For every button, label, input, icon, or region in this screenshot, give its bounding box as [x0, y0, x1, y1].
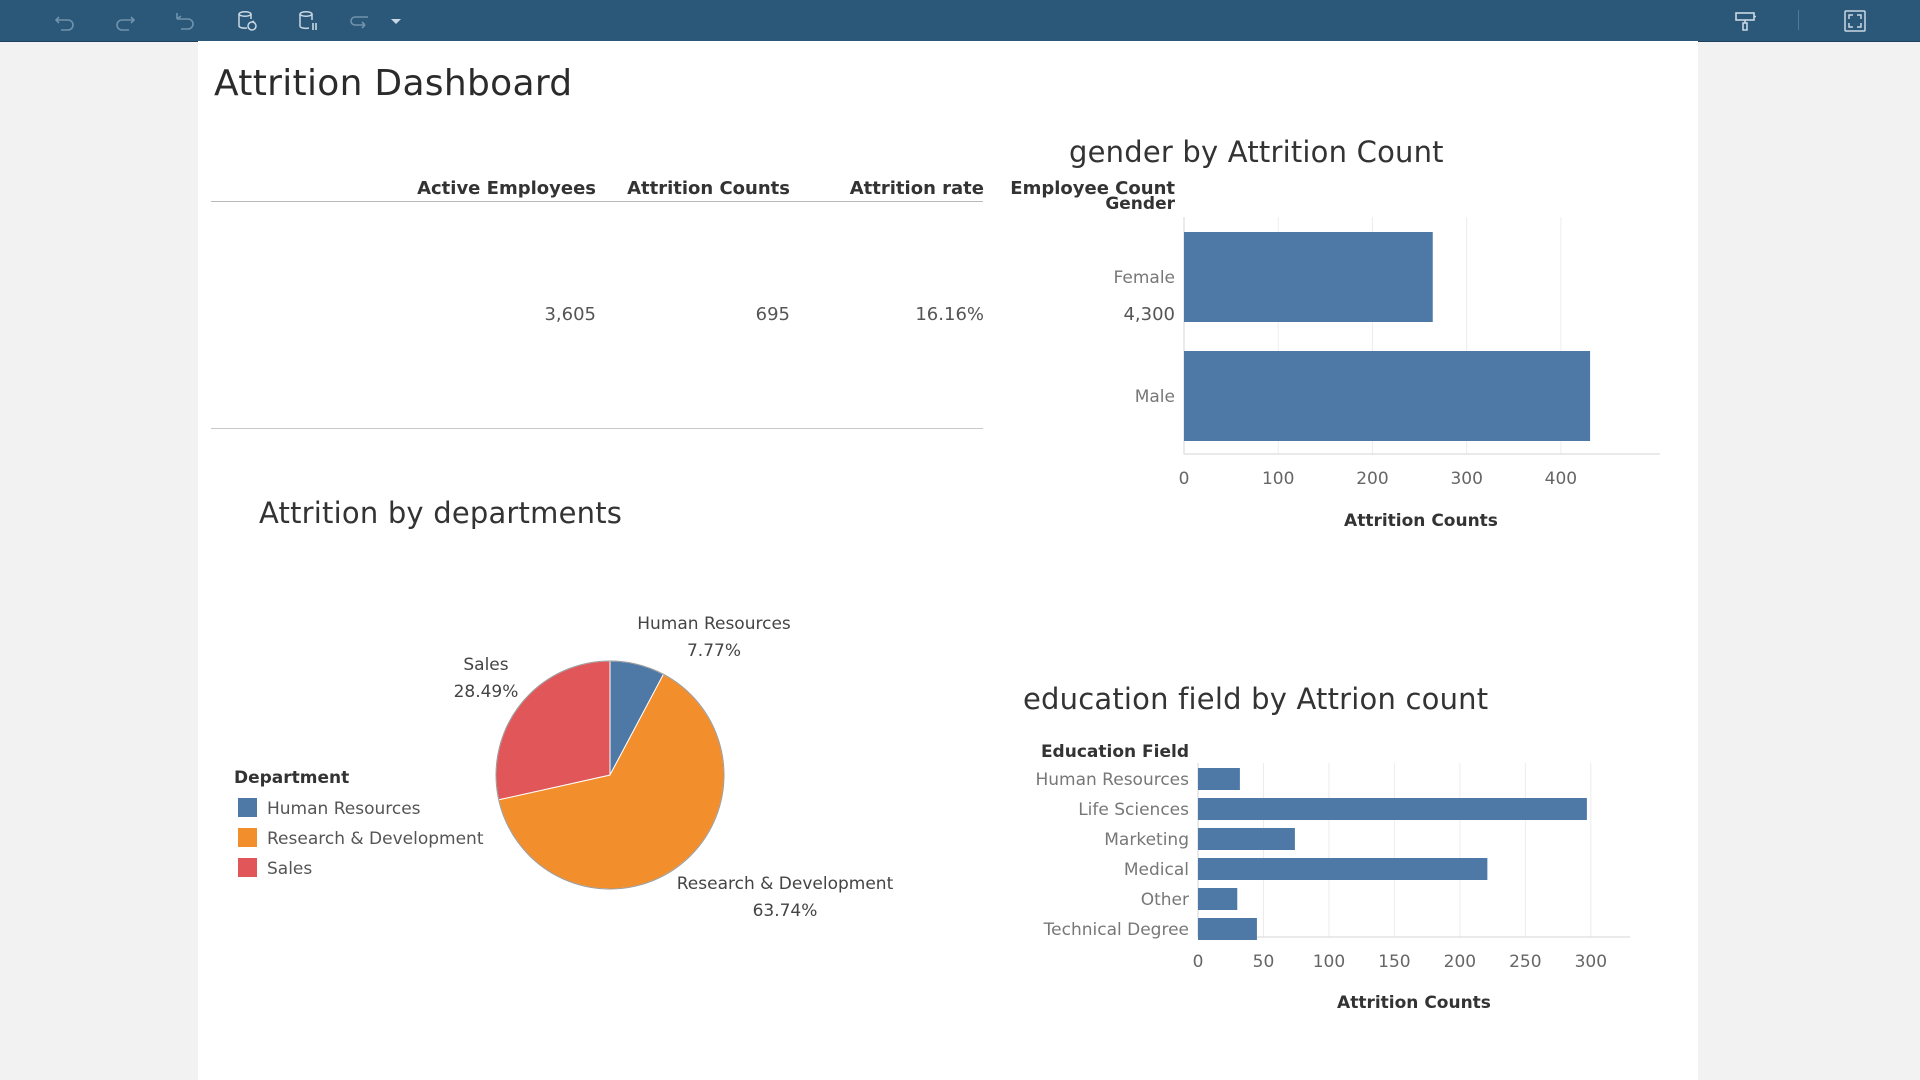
full-screen-button[interactable] — [1840, 6, 1870, 36]
gender-chart[interactable]: 0 100 200 300 400 Gender Female Male Attrition C… — [198, 41, 1698, 1080]
department-chart-title: Attrition by departments — [259, 496, 623, 530]
gender-chart-x-tick-label: 200 — [1356, 469, 1388, 489]
gender-chart-category-label: Female — [1114, 268, 1175, 288]
toolbar — [0, 0, 1920, 41]
gender-chart-x-tick-label: 300 — [1450, 469, 1482, 489]
full-screen-icon — [1844, 10, 1866, 32]
gender-chart-x-tick-label: 0 — [1179, 469, 1190, 489]
refresh-data-button[interactable] — [232, 6, 262, 36]
undo-button[interactable] — [50, 6, 80, 36]
gender-chart-x-tick-label: 100 — [1262, 469, 1294, 489]
gender-chart-bar — [1184, 232, 1433, 322]
replay-options-dropdown[interactable] — [383, 6, 409, 36]
pause-updates-icon — [299, 11, 317, 30]
presentation-mode-icon — [1735, 12, 1756, 31]
revert-button[interactable] — [170, 6, 200, 36]
pause-updates-button[interactable] — [293, 6, 323, 36]
dropdown-caret-icon — [391, 19, 401, 24]
toolbar-divider — [1798, 10, 1799, 30]
replay-button[interactable] — [345, 6, 375, 36]
dashboard-canvas: Attrition Dashboard Active Employees Att… — [198, 41, 1698, 1080]
redo-icon — [116, 16, 136, 31]
revert-icon — [176, 13, 194, 30]
undo-icon — [54, 16, 74, 31]
presentation-mode-button[interactable] — [1730, 6, 1760, 36]
refresh-data-icon — [238, 11, 257, 31]
gender-chart-category-label: Male — [1135, 387, 1175, 407]
replay-icon — [350, 16, 368, 29]
gender-chart-bar — [1184, 351, 1591, 441]
education-chart-title: education field by Attrion count — [1023, 682, 1489, 716]
redo-button[interactable] — [110, 6, 140, 36]
gender-chart-row-header: Gender — [1105, 194, 1175, 214]
gender-chart-x-axis-title: Attrition Counts — [1344, 511, 1498, 531]
gender-chart-x-tick-label: 400 — [1545, 469, 1577, 489]
